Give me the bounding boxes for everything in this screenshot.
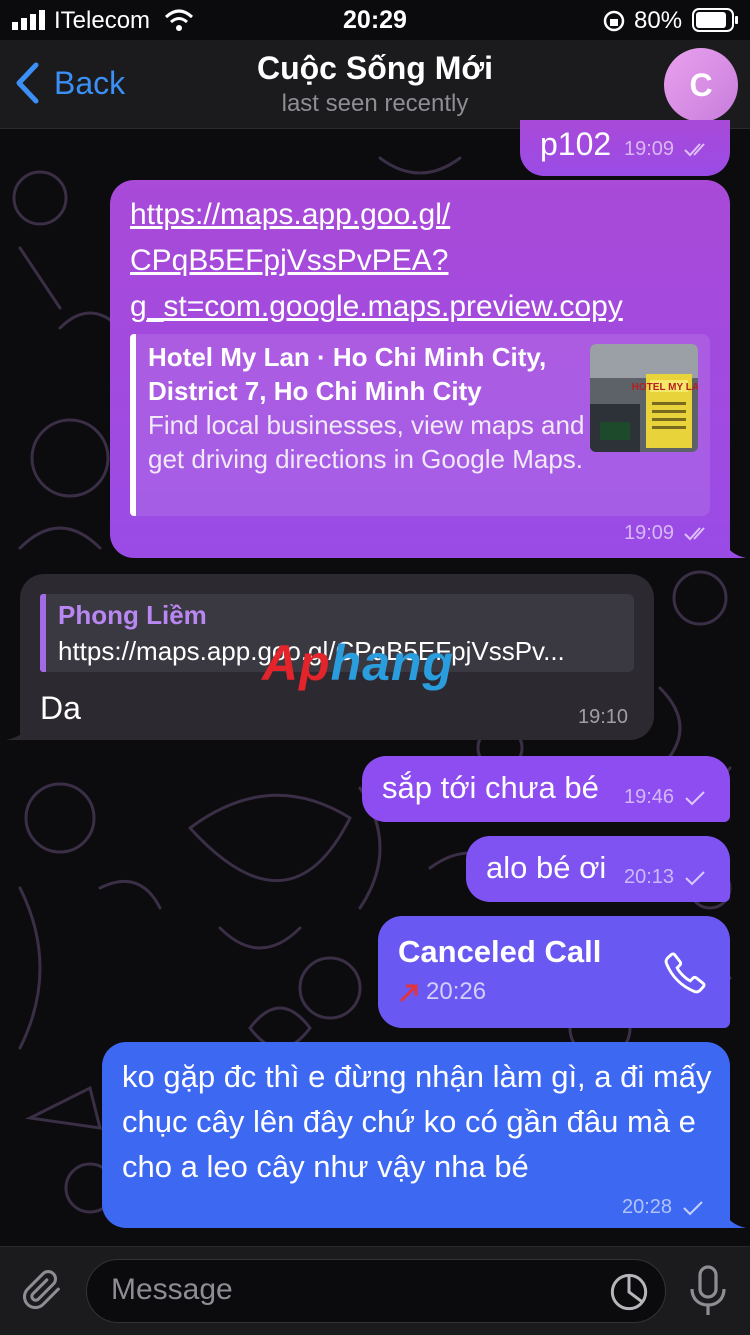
watermark-logo: Aphang: [262, 635, 455, 691]
outgoing-message[interactable]: ko gặp đc thì e đừng nhận làm gì, a đi m…: [102, 1042, 746, 1228]
message-text: sắp tới chưa bé: [382, 770, 599, 805]
message-text: p102: [540, 126, 612, 162]
preview-description: Find local businesses, view maps and get…: [148, 410, 585, 474]
bubble-tail: [6, 722, 30, 740]
outgoing-message[interactable]: p102 19:09: [520, 120, 730, 176]
link-url-line[interactable]: g_st=com.google.maps.preview.copy: [130, 284, 720, 330]
outgoing-message[interactable]: alo bé ơi 20:13: [466, 836, 730, 902]
link-url-line[interactable]: https://maps.app.goo.gl/: [130, 192, 720, 238]
link-preview-card[interactable]: Hotel My Lan · Ho Chi Minh City, Distric…: [130, 334, 710, 516]
thumb-sign-text: HOTEL MY LAN: [632, 382, 698, 393]
chat-title[interactable]: Cuộc Sống Mới: [0, 50, 750, 87]
message-text: ko gặp đc thì e đừng nhận làm gì, a đi m…: [122, 1059, 712, 1184]
preview-accent-bar: [130, 334, 136, 516]
last-seen-status: last seen recently: [281, 90, 469, 117]
bubble-tail: [724, 540, 746, 558]
message-time: 19:46: [624, 786, 675, 808]
message-text: alo bé ơi: [486, 850, 607, 885]
phone-icon[interactable]: [662, 950, 708, 996]
double-check-icon: [683, 143, 705, 157]
check-icon: [684, 791, 705, 806]
check-icon: [684, 871, 705, 886]
status-bar: ITelecom 20:29 80%: [0, 0, 750, 40]
reply-accent-bar: [40, 594, 46, 672]
battery-percent: 80%: [634, 7, 683, 34]
outgoing-link-message[interactable]: https://maps.app.goo.gl/ CPqB5EFpjVssPvP…: [110, 180, 746, 558]
message-time: 19:09: [624, 522, 675, 544]
hotel-photo: HOTEL MY LAN: [590, 344, 698, 452]
message-time: 19:09: [624, 138, 675, 160]
preview-title: Hotel My Lan · Ho Chi Minh City, Distric…: [148, 342, 547, 406]
avatar-letter: C: [689, 66, 713, 103]
message-time: 20:28: [622, 1196, 673, 1218]
battery-icon: [692, 8, 738, 32]
avatar[interactable]: C: [664, 48, 738, 122]
message-placeholder: Message: [111, 1273, 233, 1306]
orientation-lock-icon: [603, 10, 625, 32]
message-input[interactable]: Message: [86, 1259, 666, 1323]
preview-thumbnail: HOTEL MY LAN: [590, 344, 698, 452]
microphone-icon[interactable]: [688, 1263, 728, 1319]
message-text: Da: [40, 690, 81, 726]
attach-icon[interactable]: [20, 1267, 66, 1315]
chat-header: Back Cuộc Sống Mới last seen recently C: [0, 40, 750, 129]
outgoing-message[interactable]: sắp tới chưa bé 19:46: [362, 756, 730, 822]
message-time: 20:13: [624, 866, 675, 888]
call-message[interactable]: Canceled Call 20:26: [378, 916, 730, 1028]
link-url-line[interactable]: CPqB5EFpjVssPvPEA?: [130, 238, 720, 284]
call-time: 20:26: [426, 978, 487, 1005]
double-check-icon: [683, 527, 705, 541]
outgoing-call-arrow-icon: [399, 984, 418, 1003]
check-icon: [682, 1201, 703, 1216]
sticker-icon[interactable]: [609, 1272, 649, 1312]
call-title: Canceled Call: [398, 934, 602, 969]
reply-sender-name: Phong Liềm: [58, 600, 207, 630]
bubble-tail: [724, 1210, 746, 1228]
message-time: 19:10: [578, 706, 629, 728]
message-composer: Message: [0, 1246, 750, 1335]
